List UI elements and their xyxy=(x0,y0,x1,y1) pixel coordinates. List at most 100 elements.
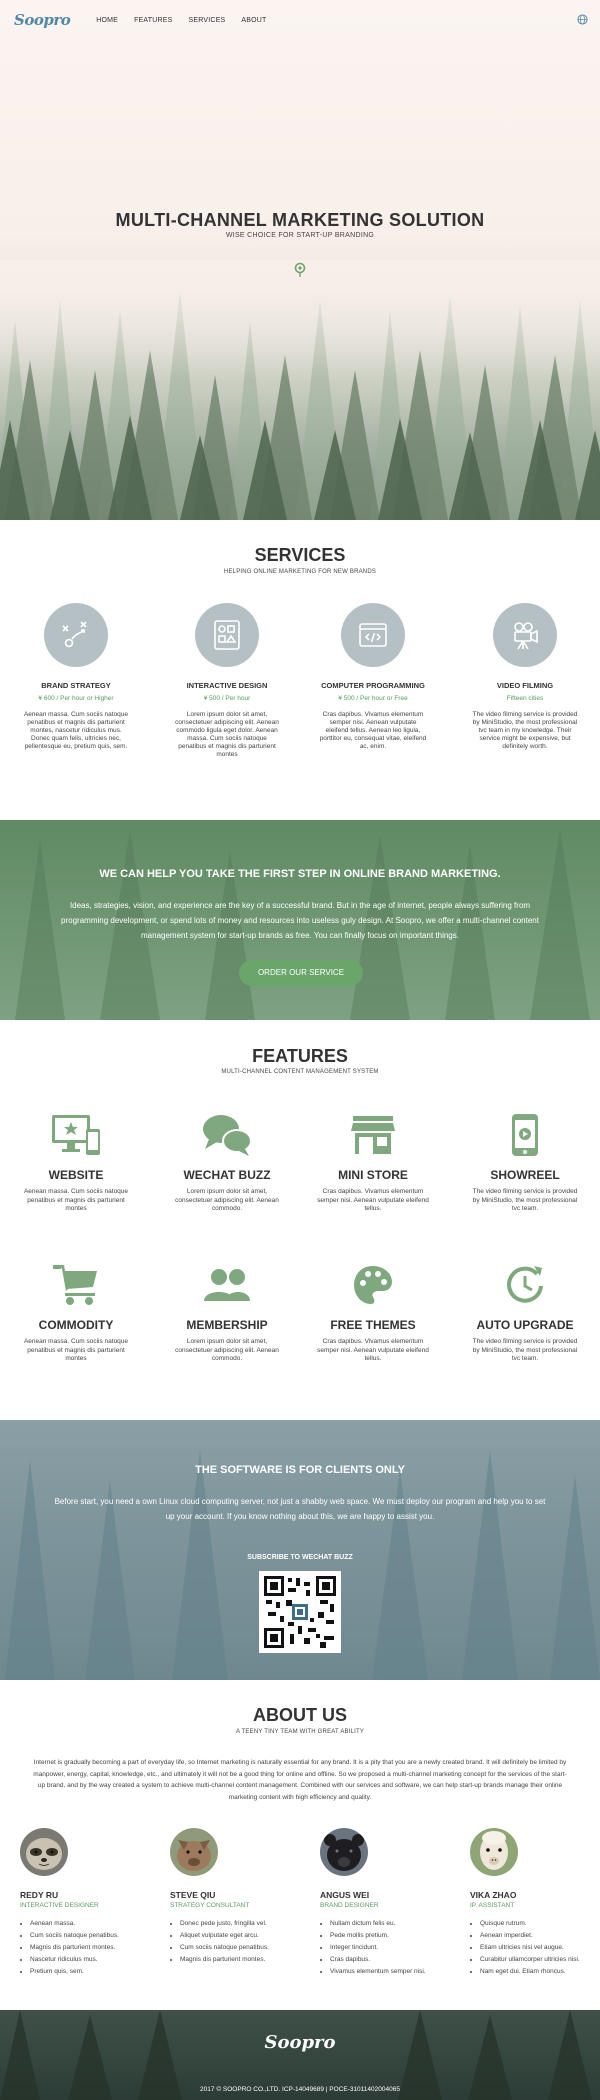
member-name: STEVE QIU xyxy=(170,1890,216,1900)
list-item: Quisque rutrum. xyxy=(480,1918,600,1930)
globe-icon[interactable] xyxy=(577,14,588,25)
list-item: Aenean massa. xyxy=(30,1918,150,1930)
bear-avatar-icon xyxy=(320,1828,368,1876)
nav-home[interactable]: HOME xyxy=(96,17,118,24)
feature-desc: Aenean massa. Cum sociis natoque penatib… xyxy=(23,1188,129,1212)
service-desc: Aenean massa. Cum sociis natoque penatib… xyxy=(23,711,129,750)
feature-desc: Lorem ipsum dolor sit amet, consectetuer… xyxy=(175,1188,279,1212)
software-text: Before start, you need a own Linux cloud… xyxy=(54,1497,546,1521)
feature-name: SHOWREEL xyxy=(490,1168,560,1182)
software-title: THE SOFTWARE IS FOR CLIENTS ONLY xyxy=(195,1464,405,1476)
member-skills: Nullam dictum felis eu. Pede mollis pret… xyxy=(320,1918,450,1978)
feature-wechat-buzz: WECHAT BUZZ Lorem ipsum dolor sit amet, … xyxy=(167,1110,287,1214)
list-item: Aenean imperdiet. xyxy=(480,1930,600,1942)
strategy-icon xyxy=(44,603,108,667)
feature-name: COMMODITY xyxy=(38,1318,114,1332)
feature-showreel: SHOWREEL The video filming service is pr… xyxy=(465,1110,585,1214)
team-member-vika-zhao: VIKA ZHAO IP. ASSISTANT Quisque rutrum. … xyxy=(470,1828,600,1978)
member-role: BRAND DESIGNER xyxy=(320,1902,379,1909)
order-service-button[interactable]: ORDER OUR SERVICE xyxy=(239,960,363,986)
feature-mini-store: MINI STORE Cras dapibus. Vivamus element… xyxy=(313,1110,433,1214)
member-name: REDY RU xyxy=(20,1890,59,1900)
member-skills: Donec pede justo, fringilla vel. Aliquet… xyxy=(170,1918,300,1966)
list-item: Aliquet vulputate eget arcu. xyxy=(180,1930,300,1942)
forest-background xyxy=(0,260,600,520)
team-member-angus-wei: ANGUS WEI BRAND DESIGNER Nullam dictum f… xyxy=(320,1828,450,1978)
list-item: Nam eget dui. Etiam rhoncus. xyxy=(480,1966,600,1978)
member-name: ANGUS WEI xyxy=(320,1890,370,1900)
avatar xyxy=(470,1828,518,1876)
list-item: Nullam dictum felis eu. xyxy=(330,1918,450,1930)
hero-section: MULTI-CHANNEL MARKETING SOLUTION WISE CH… xyxy=(0,0,600,520)
footer-logo[interactable]: Soopro xyxy=(0,2032,600,2053)
feature-name: WECHAT BUZZ xyxy=(183,1168,271,1182)
about-title: ABOUT US xyxy=(253,1705,347,1725)
features-subtitle: MULTI-CHANNEL CONTENT MANAGEMENT SYSTEM xyxy=(221,1069,379,1075)
feature-name: FREE THEMES xyxy=(330,1318,416,1332)
services-title: SERVICES xyxy=(254,545,346,565)
avatar xyxy=(320,1828,368,1876)
services-subtitle: HELPING ONLINE MARKETING FOR NEW BRANDS xyxy=(223,569,377,575)
member-skills: Quisque rutrum. Aenean imperdiet. Etiam … xyxy=(470,1918,600,1978)
location-pin-icon[interactable] xyxy=(294,262,306,278)
software-section: THE SOFTWARE IS FOR CLIENTS ONLY Before … xyxy=(0,1420,600,1680)
hero-title: MULTI-CHANNEL MARKETING SOLUTION xyxy=(115,210,485,230)
about-text: Internet is gradually becoming a part of… xyxy=(33,1759,567,1801)
nav-features[interactable]: FEATURES xyxy=(134,17,172,24)
feature-desc: The video filming service is provided by… xyxy=(472,1188,578,1212)
logo[interactable]: Soopro xyxy=(14,11,71,29)
list-item: Vivamus elementum semper nisi. xyxy=(330,1966,450,1978)
service-computer-programming: COMPUTER PROGRAMMING ¥ 500 / Per hour or… xyxy=(313,603,433,751)
members-icon xyxy=(167,1260,287,1310)
service-brand-strategy: BRAND STRATEGY ¥ 600 / Per hour or Highe… xyxy=(16,603,136,751)
team-member-redy-ru: REDY RU INTERACTIVE DESIGNER Aenean mass… xyxy=(20,1828,150,1978)
member-role: IP. ASSISTANT xyxy=(470,1902,515,1909)
list-item: Integer tincidunt. xyxy=(330,1942,450,1954)
top-nav: Soopro HOME FEATURES SERVICES ABOUT xyxy=(0,0,600,40)
list-item: Pede mollis pretium. xyxy=(330,1930,450,1942)
team-member-steve-qiu: STEVE QIU STRATEGY CONSULTANT Donec pede… xyxy=(170,1828,300,1966)
footer-copyright: 2017 © SOOPRO CO.,LTD. ICP-14049689 | PO… xyxy=(200,2086,400,2093)
design-icon xyxy=(195,603,259,667)
features-title: FEATURES xyxy=(252,1046,348,1066)
service-video-filming: VIDEO FILMING Fifteen cities The video f… xyxy=(465,603,585,751)
alpaca-avatar-icon xyxy=(470,1828,518,1876)
avatar xyxy=(20,1828,68,1876)
member-skills: Aenean massa. Cum sociis natoque penatib… xyxy=(20,1918,150,1978)
code-icon xyxy=(341,603,405,667)
feature-commodity: COMMODITY Aenean massa. Cum sociis natoq… xyxy=(16,1260,136,1364)
hero-subtitle: WISE CHOICE FOR START-UP BRANDING xyxy=(225,232,375,239)
service-name: BRAND STRATEGY xyxy=(41,681,111,690)
service-name: COMPUTER PROGRAMMING xyxy=(321,681,425,690)
service-interactive-design: INTERACTIVE DESIGN ¥ 500 / Per hour Lore… xyxy=(167,603,287,759)
wechat-qr-code[interactable] xyxy=(259,1571,341,1653)
list-item: Cras dapibus. xyxy=(330,1954,450,1966)
feature-name: AUTO UPGRADE xyxy=(476,1318,574,1332)
nav-about[interactable]: ABOUT xyxy=(241,17,266,24)
boar-avatar-icon xyxy=(170,1828,218,1876)
member-role: STRATEGY CONSULTANT xyxy=(170,1902,250,1909)
store-icon xyxy=(313,1110,433,1160)
cta-section: WE CAN HELP YOU TAKE THE FIRST STEP IN O… xyxy=(0,820,600,1020)
cta-text: Ideas, strategies, vision, and experienc… xyxy=(61,901,539,940)
phone-video-icon xyxy=(465,1110,585,1160)
upgrade-icon xyxy=(465,1260,585,1310)
list-item: Curabitur ullamcorper ultricies nisi. xyxy=(480,1954,600,1966)
footer: Soopro 2017 © SOOPRO CO.,LTD. ICP-140496… xyxy=(0,2010,600,2100)
service-name: INTERACTIVE DESIGN xyxy=(186,681,268,690)
feature-desc: The video filming service is provided by… xyxy=(472,1338,578,1362)
feature-membership: MEMBERSHIP Lorem ipsum dolor sit amet, c… xyxy=(167,1260,287,1364)
list-item: Nascetur ridiculus mus. xyxy=(30,1954,150,1966)
feature-website: WEBSITE Aenean massa. Cum sociis natoque… xyxy=(16,1110,136,1214)
member-role: INTERACTIVE DESIGNER xyxy=(20,1902,99,1909)
feature-desc: Aenean massa. Cum sociis natoque penatib… xyxy=(23,1338,129,1362)
feature-auto-upgrade: AUTO UPGRADE The video filming service i… xyxy=(465,1260,585,1364)
service-desc: Cras dapibus. Vivamus elementum semper n… xyxy=(319,711,427,750)
cta-title: WE CAN HELP YOU TAKE THE FIRST STEP IN O… xyxy=(99,868,501,880)
service-desc: The video filming service is provided by… xyxy=(472,711,578,750)
nav-services[interactable]: SERVICES xyxy=(188,17,225,24)
qr-code-image xyxy=(264,1576,336,1648)
camera-icon xyxy=(493,603,557,667)
chat-icon xyxy=(167,1110,287,1160)
sloth-avatar-icon xyxy=(20,1828,68,1876)
